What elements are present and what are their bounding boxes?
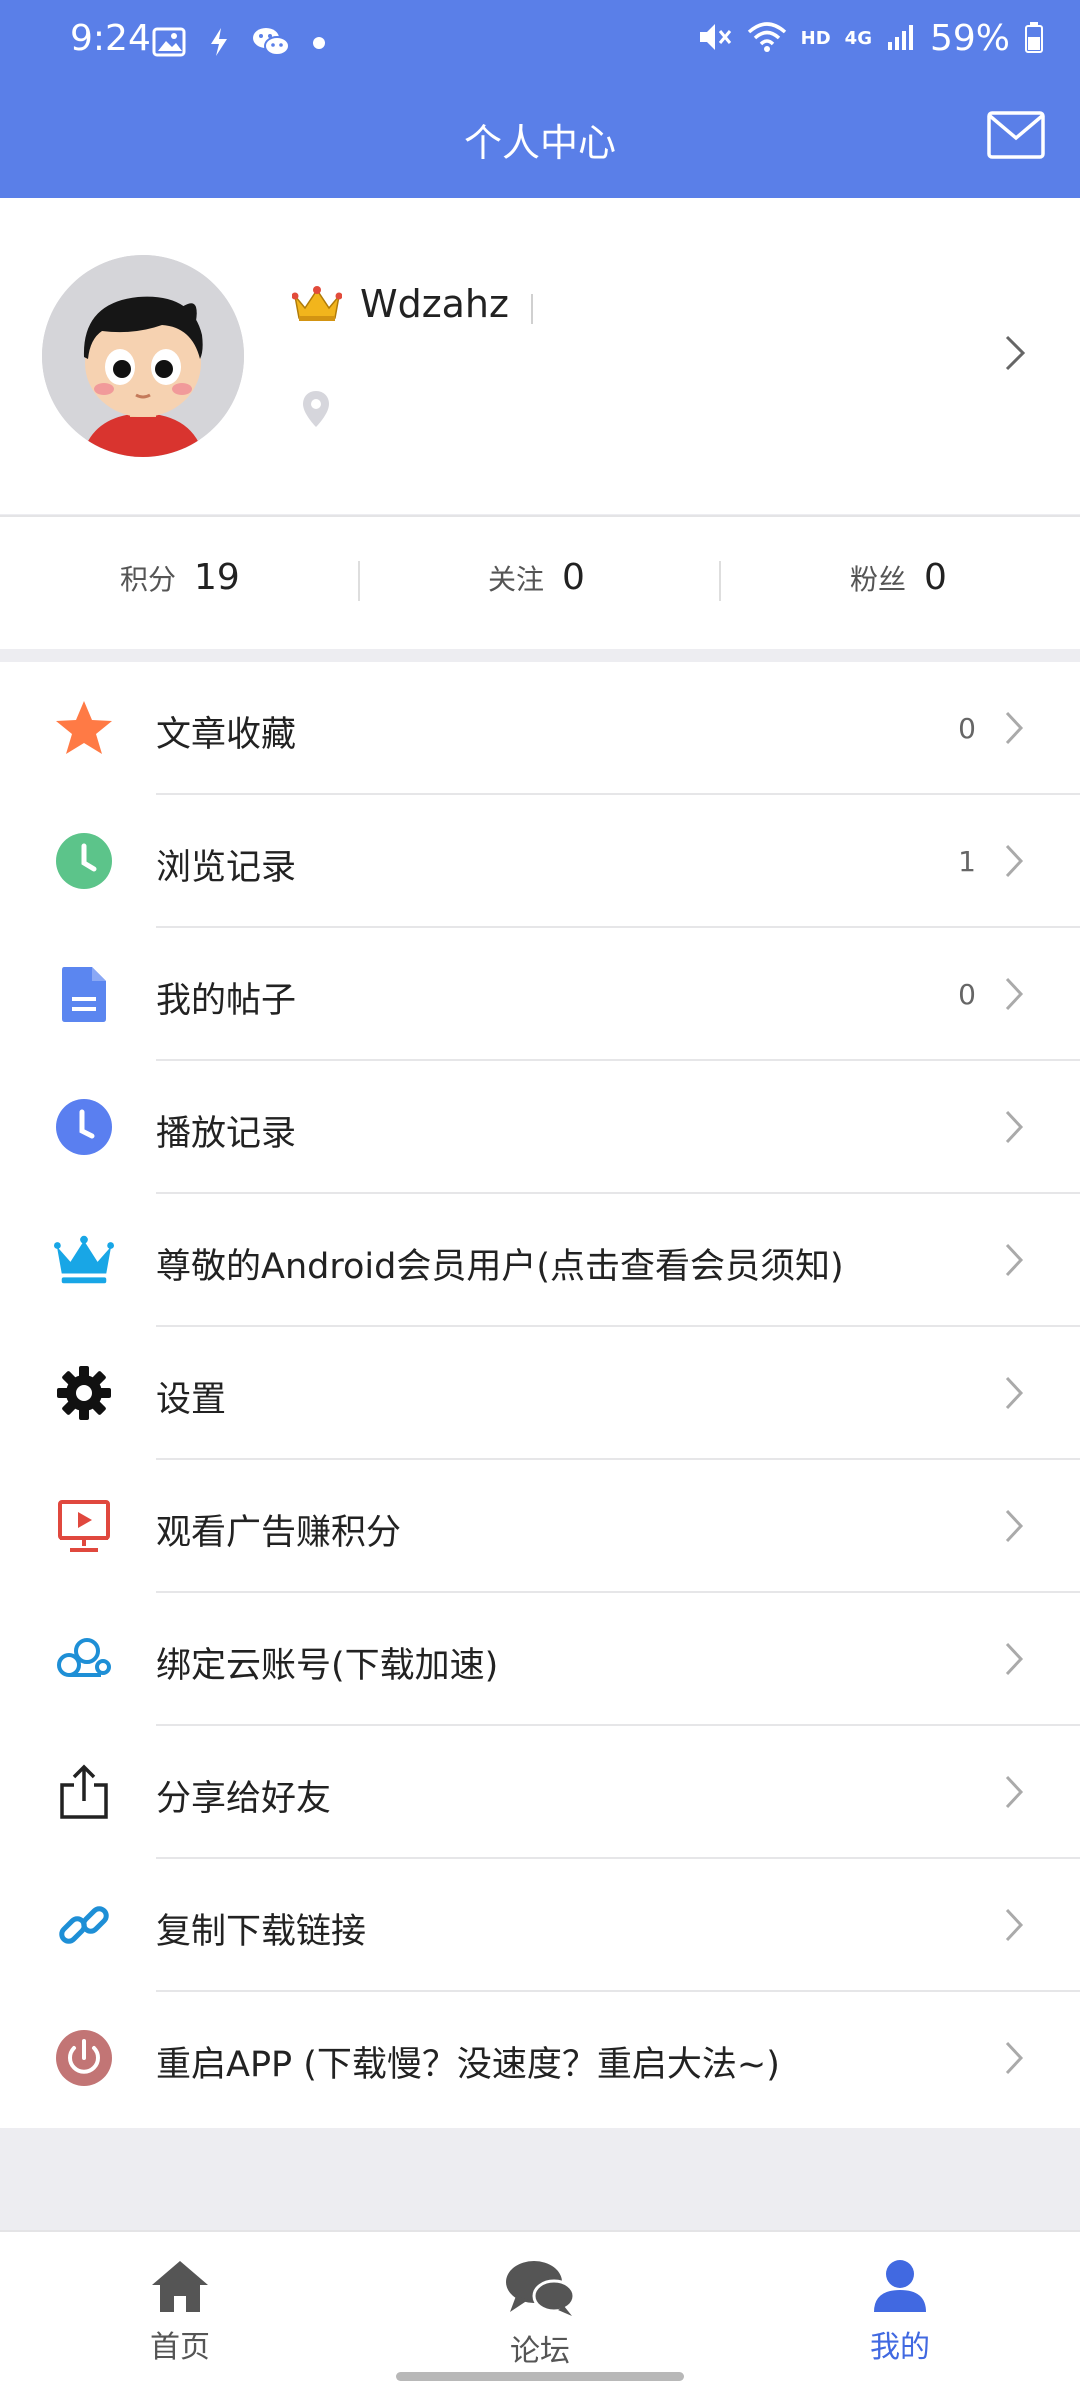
location-icon: [302, 390, 330, 432]
menu-item-label: 分享给好友: [156, 1779, 332, 1819]
history-clock-icon: [54, 831, 114, 891]
menu-item-vip-member[interactable]: 尊敬的Android会员用户(点击查看会员须知): [0, 1194, 1080, 1327]
status-notification-icons: [152, 26, 326, 62]
chevron-right-icon: [1004, 1774, 1024, 1814]
menu-item-label: 我的帖子: [156, 981, 297, 1021]
mute-icon: [697, 20, 733, 58]
chevron-right-icon: [1004, 1109, 1024, 1149]
vip-crown-icon: [291, 284, 343, 328]
menu-item-label: 复制下载链接: [156, 1912, 367, 1952]
crown-icon: [54, 1230, 114, 1290]
star-icon: [54, 698, 114, 758]
home-icon: [152, 2261, 208, 2312]
menu-item-label: 播放记录: [156, 1114, 297, 1154]
title-bar: 个人中心: [0, 86, 1080, 198]
tab-home[interactable]: 首页: [80, 2258, 280, 2366]
menu-list: 文章收藏 0 浏览记录 1 我的帖子 0 播放记录 尊敬的Android会员用户…: [0, 662, 1080, 2128]
menu-item-browse-history[interactable]: 浏览记录 1: [0, 795, 1080, 928]
stat-value: 0: [924, 557, 947, 598]
menu-item-my-posts[interactable]: 我的帖子 0: [0, 928, 1080, 1061]
stat-divider: [719, 561, 721, 601]
chevron-right-icon: [1004, 843, 1024, 883]
stat-following[interactable]: 关注 0: [488, 557, 585, 598]
menu-item-label: 绑定云账号(下载加速): [156, 1646, 499, 1686]
hd-label: HD: [800, 28, 831, 49]
flash-icon: [208, 27, 230, 61]
signal-icon: [886, 22, 916, 56]
battery-icon: [1024, 21, 1044, 57]
menu-item-label: 浏览记录: [156, 848, 297, 888]
wechat-icon: [252, 26, 290, 62]
tab-label: 论坛: [510, 2334, 570, 2369]
menu-item-label: 文章收藏: [156, 715, 297, 755]
menu-item-label: 设置: [156, 1380, 227, 1420]
chevron-right-icon: [1004, 1641, 1024, 1681]
menu-item-share[interactable]: 分享给好友: [0, 1726, 1080, 1859]
stat-value: 19: [194, 557, 240, 598]
stat-label: 粉丝: [850, 563, 907, 596]
menu-item-favorites[interactable]: 文章收藏 0: [0, 662, 1080, 795]
share-icon: [54, 1762, 114, 1822]
stat-label: 积分: [120, 563, 177, 596]
chevron-right-icon: [1004, 710, 1024, 750]
menu-item-watch-ads[interactable]: 观看广告赚积分: [0, 1460, 1080, 1593]
mail-button[interactable]: [986, 110, 1046, 160]
home-indicator[interactable]: [396, 2372, 684, 2381]
tab-forum[interactable]: 论坛: [440, 2258, 640, 2370]
wifi-icon: [747, 20, 787, 58]
tab-label: 我的: [870, 2330, 930, 2365]
menu-item-label: 观看广告赚积分: [156, 1513, 402, 1553]
cloud-link-icon: [54, 1629, 114, 1689]
gear-icon: [54, 1363, 114, 1423]
profile-card[interactable]: Wdzahz: [0, 198, 1080, 514]
stats-bar: 积分 19 关注 0 粉丝 0: [0, 515, 1080, 649]
stat-followers[interactable]: 粉丝 0: [850, 557, 947, 598]
stat-divider: [358, 561, 360, 601]
menu-item-label: 尊敬的Android会员用户(点击查看会员须知): [156, 1247, 844, 1287]
chevron-right-icon: [1004, 334, 1026, 376]
menu-item-restart-app[interactable]: 重启APP (下载慢？没速度？重启大法~): [0, 1992, 1080, 2125]
lte-label: 4G: [844, 27, 872, 49]
menu-item-bind-cloud[interactable]: 绑定云账号(下载加速): [0, 1593, 1080, 1726]
document-icon: [54, 964, 114, 1024]
video-ad-icon: [54, 1496, 114, 1556]
avatar[interactable]: [42, 255, 244, 457]
battery-percent: 59%: [929, 18, 1010, 59]
menu-item-count: 0: [958, 978, 976, 1011]
chevron-right-icon: [1004, 1242, 1024, 1282]
chevron-right-icon: [1004, 1375, 1024, 1415]
forum-chat-icon: [506, 2261, 576, 2316]
link-icon: [54, 1895, 114, 1955]
gallery-icon: [152, 27, 186, 61]
tab-mine[interactable]: 我的: [800, 2258, 1000, 2366]
stat-label: 关注: [488, 563, 545, 596]
user-icon: [874, 2260, 926, 2312]
tab-label: 首页: [150, 2330, 210, 2365]
play-history-clock-icon: [54, 1097, 114, 1157]
chevron-right-icon: [1004, 1508, 1024, 1548]
status-time: 9:24: [70, 18, 151, 59]
menu-item-settings[interactable]: 设置: [0, 1327, 1080, 1460]
status-bar: 9:24 HD 4G 59%: [0, 0, 1080, 86]
power-icon: [54, 2028, 114, 2088]
dot-icon: [312, 35, 326, 54]
menu-item-copy-link[interactable]: 复制下载链接: [0, 1859, 1080, 1992]
stat-value: 0: [562, 557, 585, 598]
username: Wdzahz: [360, 282, 509, 326]
chevron-right-icon: [1004, 1907, 1024, 1947]
page-title: 个人中心: [463, 121, 616, 165]
menu-item-count: 0: [958, 712, 976, 745]
name-divider: [531, 294, 533, 324]
menu-item-count: 1: [958, 845, 976, 878]
mail-icon: [987, 111, 1045, 159]
menu-item-play-history[interactable]: 播放记录: [0, 1061, 1080, 1194]
chevron-right-icon: [1004, 2040, 1024, 2080]
chevron-right-icon: [1004, 976, 1024, 1016]
status-system-icons: HD 4G 59%: [697, 18, 1044, 59]
stat-points[interactable]: 积分 19: [120, 557, 240, 598]
menu-item-label: 重启APP (下载慢？没速度？重启大法~): [156, 2045, 780, 2085]
